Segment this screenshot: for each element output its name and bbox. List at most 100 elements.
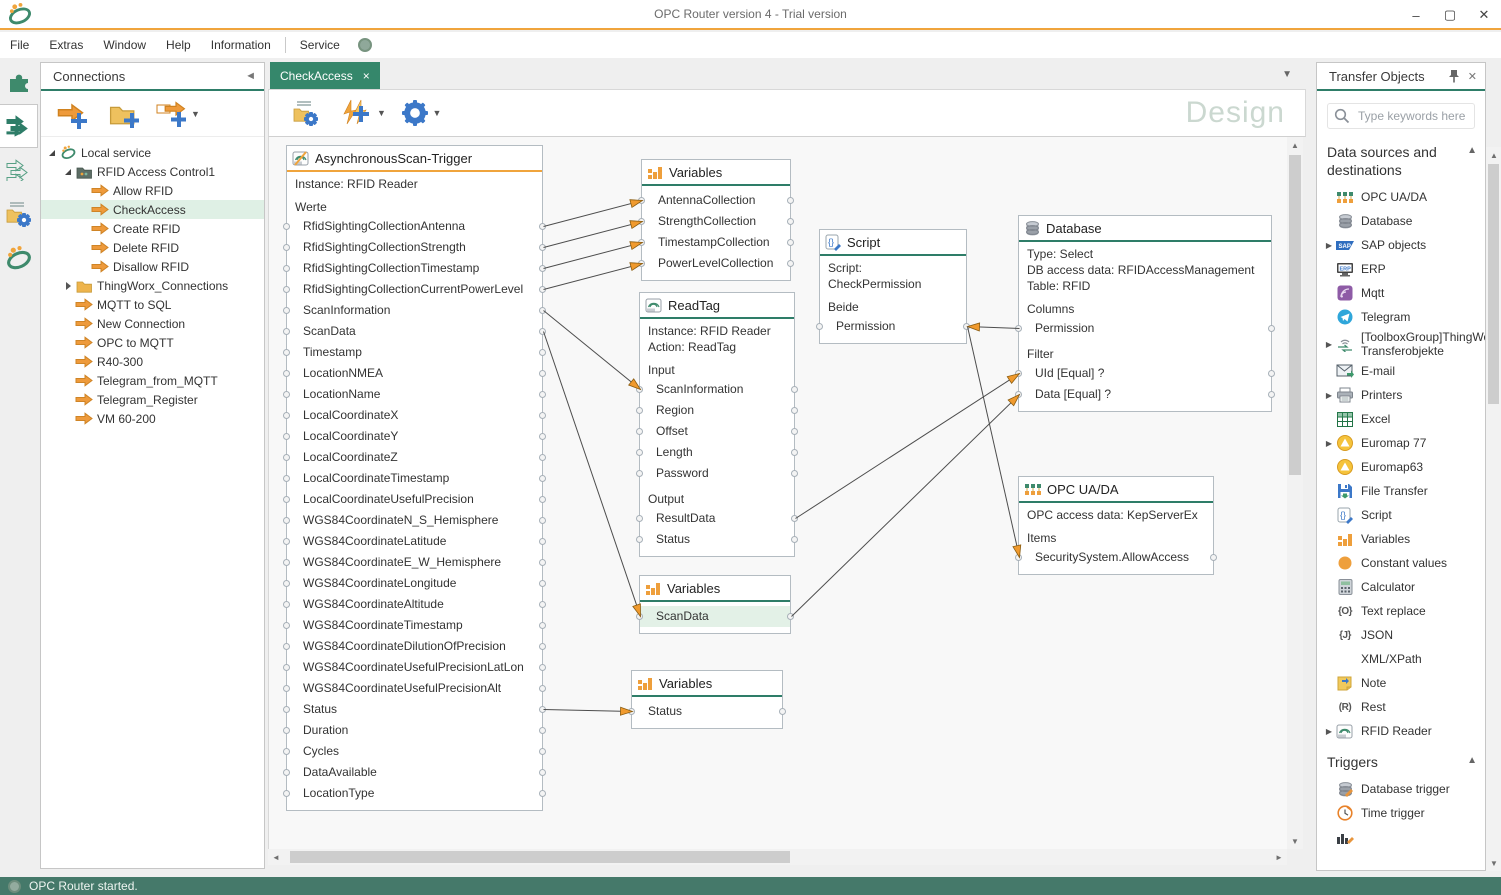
palette-section-header[interactable]: Data sources and destinations▲ xyxy=(1317,133,1485,185)
node-row[interactable]: LocationType xyxy=(287,783,542,804)
tab-list-dropdown-icon[interactable]: ▼ xyxy=(1282,69,1292,80)
port[interactable] xyxy=(787,218,794,225)
port[interactable] xyxy=(791,407,798,414)
node-row[interactable]: Region xyxy=(640,400,794,421)
port[interactable] xyxy=(1268,325,1275,332)
expander-closed-icon[interactable]: ▶ xyxy=(1323,727,1335,736)
port[interactable] xyxy=(539,475,546,482)
expander-closed-icon[interactable]: ▶ xyxy=(1323,391,1335,400)
palette-item-erp[interactable]: ERPERP xyxy=(1317,257,1485,281)
port[interactable] xyxy=(636,515,643,522)
port[interactable] xyxy=(791,449,798,456)
port[interactable] xyxy=(283,769,290,776)
add-transfer-button[interactable]: ▼ xyxy=(341,93,386,133)
node-row[interactable]: Cycles xyxy=(287,741,542,762)
expander-closed-icon[interactable]: ▶ xyxy=(1323,340,1335,349)
node-vars3[interactable]: VariablesStatus xyxy=(631,670,783,729)
port[interactable] xyxy=(787,260,794,267)
expander-open-icon[interactable] xyxy=(47,148,59,158)
node-header[interactable]: {}Script xyxy=(820,230,966,256)
port[interactable] xyxy=(539,517,546,524)
node-row[interactable]: WGS84CoordinateDilutionOfPrecision xyxy=(287,636,542,657)
port[interactable] xyxy=(638,239,645,246)
node-row[interactable]: Length xyxy=(640,442,794,463)
port[interactable] xyxy=(1015,391,1022,398)
port[interactable] xyxy=(539,664,546,671)
node-header[interactable]: OPC UA/DA xyxy=(1019,477,1213,503)
palette-item-note[interactable]: Note xyxy=(1317,671,1485,695)
add-folder-button[interactable] xyxy=(103,94,145,134)
port[interactable] xyxy=(1015,370,1022,377)
port[interactable] xyxy=(539,370,546,377)
port[interactable] xyxy=(283,370,290,377)
node-row[interactable]: ScanData xyxy=(640,606,790,627)
port[interactable] xyxy=(1268,391,1275,398)
port[interactable] xyxy=(539,559,546,566)
menu-window[interactable]: Window xyxy=(93,34,156,56)
port[interactable] xyxy=(787,197,794,204)
palette-item-constant-values[interactable]: Constant values xyxy=(1317,551,1485,575)
node-row[interactable]: Data [Equal] ? xyxy=(1019,384,1271,405)
port[interactable] xyxy=(539,391,546,398)
node-vars2[interactable]: VariablesScanData xyxy=(639,575,791,634)
maximize-icon[interactable]: ▢ xyxy=(1433,0,1467,30)
add-template-button[interactable]: ▼ xyxy=(155,94,200,134)
palette-item-rfid-reader[interactable]: ▶RFID Reader xyxy=(1317,719,1485,743)
node-row[interactable]: SecuritySystem.AllowAccess xyxy=(1019,547,1213,568)
tree-item-vm-60-200[interactable]: VM 60-200 xyxy=(41,409,264,428)
palette-item-euromap63[interactable]: Euromap63 xyxy=(1317,455,1485,479)
node-row[interactable]: LocalCoordinateTimestamp xyxy=(287,468,542,489)
palette-item-rest[interactable]: (R)Rest xyxy=(1317,695,1485,719)
palette-item-variables[interactable]: Variables xyxy=(1317,527,1485,551)
node-row[interactable]: Status xyxy=(632,701,782,722)
palette-item-xml-xpath[interactable]: XML/XPath xyxy=(1317,647,1485,671)
port[interactable] xyxy=(1268,370,1275,377)
port[interactable] xyxy=(283,328,290,335)
collapse-panel-icon[interactable]: ◄ xyxy=(245,70,256,82)
tree-item-rfid-access-control1[interactable]: RFID Access Control1 xyxy=(41,162,264,181)
transfer-search[interactable]: Type keywords here xyxy=(1327,103,1475,129)
node-row[interactable]: AntennaCollection xyxy=(642,190,790,211)
port[interactable] xyxy=(283,538,290,545)
node-row[interactable]: WGS84CoordinateUsefulPrecisionAlt xyxy=(287,678,542,699)
close-icon[interactable]: ✕ xyxy=(1467,0,1501,30)
node-row[interactable]: LocationName xyxy=(287,384,542,405)
pin-icon[interactable] xyxy=(1448,69,1460,83)
node-row[interactable]: RfidSightingCollectionStrength xyxy=(287,237,542,258)
tree-item-r40-300[interactable]: R40-300 xyxy=(41,352,264,371)
expander-closed-icon[interactable] xyxy=(63,281,75,291)
tree-item-disallow-rfid[interactable]: Disallow RFID xyxy=(41,257,264,276)
node-row[interactable]: Permission xyxy=(1019,318,1271,339)
palette-item-script[interactable]: {}Script xyxy=(1317,503,1485,527)
port[interactable] xyxy=(283,265,290,272)
port[interactable] xyxy=(539,580,546,587)
port[interactable] xyxy=(283,580,290,587)
port[interactable] xyxy=(283,790,290,797)
palette-section-header[interactable]: Triggers▲ xyxy=(1317,743,1485,777)
port[interactable] xyxy=(283,664,290,671)
add-connection-button[interactable] xyxy=(51,94,93,134)
node-row[interactable]: WGS84CoordinateN_S_Hemisphere xyxy=(287,510,542,531)
port[interactable] xyxy=(636,449,643,456)
strip-project-config-button[interactable] xyxy=(0,192,38,236)
node-script[interactable]: {}ScriptScript: CheckPermissionBeidePerm… xyxy=(819,229,967,344)
port[interactable] xyxy=(539,412,546,419)
expander-closed-icon[interactable]: ▶ xyxy=(1323,241,1335,250)
node-row[interactable]: WGS84CoordinateUsefulPrecisionLatLon xyxy=(287,657,542,678)
palette-item-time-trigger[interactable]: Time trigger xyxy=(1317,801,1485,825)
node-vars1[interactable]: VariablesAntennaCollectionStrengthCollec… xyxy=(641,159,791,281)
palette-item-mqtt[interactable]: Mqtt xyxy=(1317,281,1485,305)
tree-item-delete-rfid[interactable]: Delete RFID xyxy=(41,238,264,257)
node-row[interactable]: Permission xyxy=(820,316,966,337)
palette-item-partial[interactable] xyxy=(1317,825,1485,849)
port[interactable] xyxy=(539,727,546,734)
panel-scrollbar[interactable]: ▲ ▼ xyxy=(1486,147,1501,871)
port[interactable] xyxy=(539,538,546,545)
palette-item-opc-ua-da[interactable]: OPC UA/DA xyxy=(1317,185,1485,209)
port[interactable] xyxy=(816,323,823,330)
palette-item-printers[interactable]: ▶Printers xyxy=(1317,383,1485,407)
port[interactable] xyxy=(791,470,798,477)
port[interactable] xyxy=(963,323,970,330)
port[interactable] xyxy=(283,706,290,713)
port[interactable] xyxy=(283,559,290,566)
